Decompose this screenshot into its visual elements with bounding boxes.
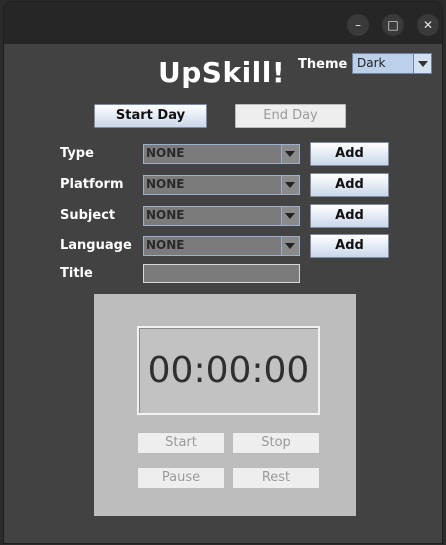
pause-button[interactable]: Pause (137, 467, 225, 489)
language-label: Language (60, 238, 132, 253)
platform-dropdown-value: NONE (146, 177, 185, 191)
title-label: Title (60, 266, 93, 281)
chevron-down-icon[interactable] (281, 207, 299, 225)
chevron-down-icon[interactable] (413, 54, 431, 73)
timer-panel: 00:00:00 Start Stop Pause Rest (94, 294, 356, 516)
type-label: Type (60, 146, 94, 161)
app-window: – □ ✕ UpSkill! Theme Dark Start Day End … (4, 2, 442, 543)
close-icon[interactable]: ✕ (417, 14, 439, 36)
chevron-down-icon[interactable] (281, 176, 299, 194)
stop-button[interactable]: Stop (232, 432, 320, 454)
chevron-down-icon[interactable] (281, 237, 299, 255)
type-dropdown[interactable]: NONE (143, 144, 300, 164)
add-platform-button[interactable]: Add (310, 173, 389, 197)
language-dropdown-value: NONE (146, 238, 185, 252)
theme-label: Theme (298, 57, 348, 72)
subject-dropdown-value: NONE (146, 208, 185, 222)
minimize-icon[interactable]: – (347, 14, 369, 36)
main-content: UpSkill! Theme Dark Start Day End Day Ty… (4, 44, 442, 543)
timer-display: 00:00:00 (137, 326, 320, 415)
type-dropdown-value: NONE (146, 146, 185, 160)
app-title: UpSkill! (158, 56, 286, 89)
add-language-button[interactable]: Add (310, 234, 389, 258)
platform-dropdown[interactable]: NONE (143, 175, 300, 195)
start-button[interactable]: Start (137, 432, 225, 454)
theme-dropdown-value: Dark (357, 56, 386, 70)
add-subject-button[interactable]: Add (310, 204, 389, 228)
subject-label: Subject (60, 208, 116, 223)
platform-label: Platform (60, 177, 124, 192)
subject-dropdown[interactable]: NONE (143, 206, 300, 226)
start-day-button[interactable]: Start Day (94, 104, 207, 128)
maximize-icon[interactable]: □ (382, 14, 404, 36)
chevron-down-icon[interactable] (281, 145, 299, 163)
rest-button[interactable]: Rest (232, 467, 320, 489)
end-day-button[interactable]: End Day (235, 104, 346, 128)
add-type-button[interactable]: Add (310, 142, 389, 166)
title-bar[interactable]: – □ ✕ (4, 2, 442, 44)
title-input[interactable] (143, 264, 300, 283)
language-dropdown[interactable]: NONE (143, 236, 300, 256)
theme-dropdown[interactable]: Dark (352, 53, 432, 74)
